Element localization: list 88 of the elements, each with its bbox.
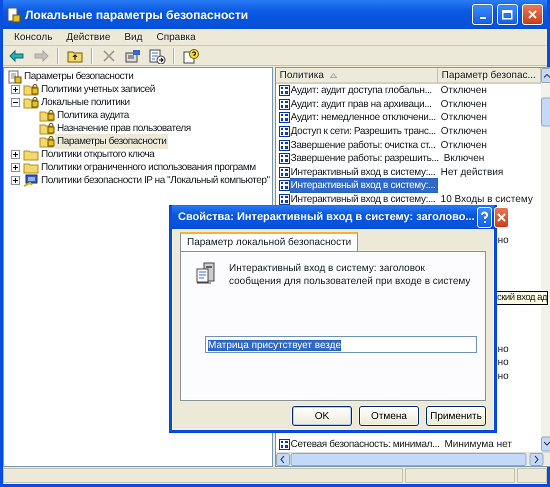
locked-folder-icon [39,135,55,148]
window-title: Локальные параметры безопасности [25,6,248,24]
list-row[interactable]: Завершение работы: разрешить... [290,151,441,166]
locked-folder-icon [39,122,55,135]
close-button[interactable] [522,4,543,25]
forward-icon [32,48,50,64]
policy-icon [278,126,290,138]
tree-item[interactable]: Политики учетных записей [39,82,157,97]
back-icon [8,48,26,64]
policy-icon [278,140,290,151]
policy-icon [278,112,290,124]
server-document-icon [195,262,217,286]
expand-toggle[interactable] [11,98,20,107]
menu-item[interactable]: Справка [149,30,203,44]
setting-value: Отключен [440,84,487,98]
policy-description: Интерактивный вход в систему: заголовок сообщения для пользователей при входе в систему [229,262,472,288]
policy-icon [278,166,290,178]
list-row[interactable]: Интерактивный вход в систему:... [290,178,438,194]
policy-icon [278,194,290,206]
list-row[interactable]: Завершение работы: очистка ст... [290,138,438,153]
sort-arrow-icon [330,72,337,78]
list-row[interactable]: Интерактивный вход в систему:... [290,164,438,180]
maximize-icon [502,10,513,20]
setting-value: но [496,342,509,357]
locked-folder-icon [39,109,55,122]
dialog-button[interactable]: Применить [426,406,486,426]
menu-item[interactable]: Консоль [7,30,60,44]
menu-item[interactable]: Действие [59,30,118,44]
minimize-button[interactable] [472,4,493,25]
setting-value: Отключен [440,138,487,153]
expand-toggle[interactable] [11,163,20,172]
menu-item[interactable]: Вид [117,30,150,44]
export-list-icon [148,48,166,64]
expand-toggle[interactable] [11,85,20,94]
horizontal-scrollbar[interactable] [276,452,550,466]
properties-icon [124,48,142,64]
locked-folder-icon [23,83,39,96]
help-icon [182,48,200,64]
expand-toggle[interactable] [11,176,20,185]
close-button[interactable] [494,206,509,228]
list-row[interactable]: Доступ к сети: Разрешить транс... [290,124,438,140]
status-bar-pane [517,468,547,483]
tree-item[interactable]: Политики безопасности IP на "Локальный компьютер" [39,173,272,188]
value-field[interactable]: Матрица присутствует везде [205,336,477,353]
dialog-button[interactable]: Отмена [359,406,419,426]
tree-item[interactable]: Политики открытого ключа [39,147,156,162]
tree-item[interactable]: Политика аудита [55,108,131,123]
tree-item[interactable]: Параметры безопасности [55,134,168,149]
minimize-icon [480,17,486,19]
setting-value: Минимума нет [443,438,512,452]
list-row[interactable]: Аудит: немедленное отключени... [290,110,438,126]
policy-icon [278,98,290,110]
setting-value: Отключен [440,125,488,140]
policy-icon [278,180,290,192]
document-lock-icon [8,70,22,84]
setting-value: Отключен [440,111,488,126]
tab[interactable]: Параметр локальной безопасности [180,232,358,251]
list-row[interactable]: Интерактивный вход в систему:... [290,192,438,208]
locked-folder-icon [23,96,39,109]
close-icon [494,210,508,224]
setting-value: 10 Входы в систему [440,193,533,208]
tree-item[interactable]: Параметры безопасности [22,69,136,84]
policy-icon [278,85,290,96]
setting-value: но [496,356,509,370]
expand-toggle[interactable] [11,150,20,159]
policy-icon [278,153,290,164]
tooltip: ский вход ад [497,291,548,305]
list-row[interactable]: Сетевая безопасность: минимал... [290,436,442,452]
tree-item[interactable]: Назначение прав пользователя [55,121,193,136]
list-row[interactable]: Аудит: аудит прав на архиваци... [290,96,438,112]
app-icon [7,6,21,22]
setting-value: но [496,234,509,248]
setting-value: Нет действия [440,166,504,180]
setting-value: но [496,370,509,384]
list-row[interactable]: Аудит: аудит доступа глобальн... [290,84,438,98]
policy-icon [278,438,290,450]
folder-icon [23,148,39,161]
folder-icon [23,161,39,174]
setting-value: Отключен [440,98,487,112]
computer-icon [23,174,39,187]
dialog-button[interactable]: OK [292,406,352,426]
setting-value: Включен [442,152,484,166]
help-button[interactable] [476,206,492,228]
tree-item[interactable]: Локальные политики [39,95,132,110]
tree-item[interactable]: Политики ограниченного использования программ [39,160,258,175]
close-icon [528,10,537,19]
maximize-button[interactable] [497,4,518,25]
dialog-title: Свойства: Интерактивный вход в систему: заголово... [178,210,475,225]
